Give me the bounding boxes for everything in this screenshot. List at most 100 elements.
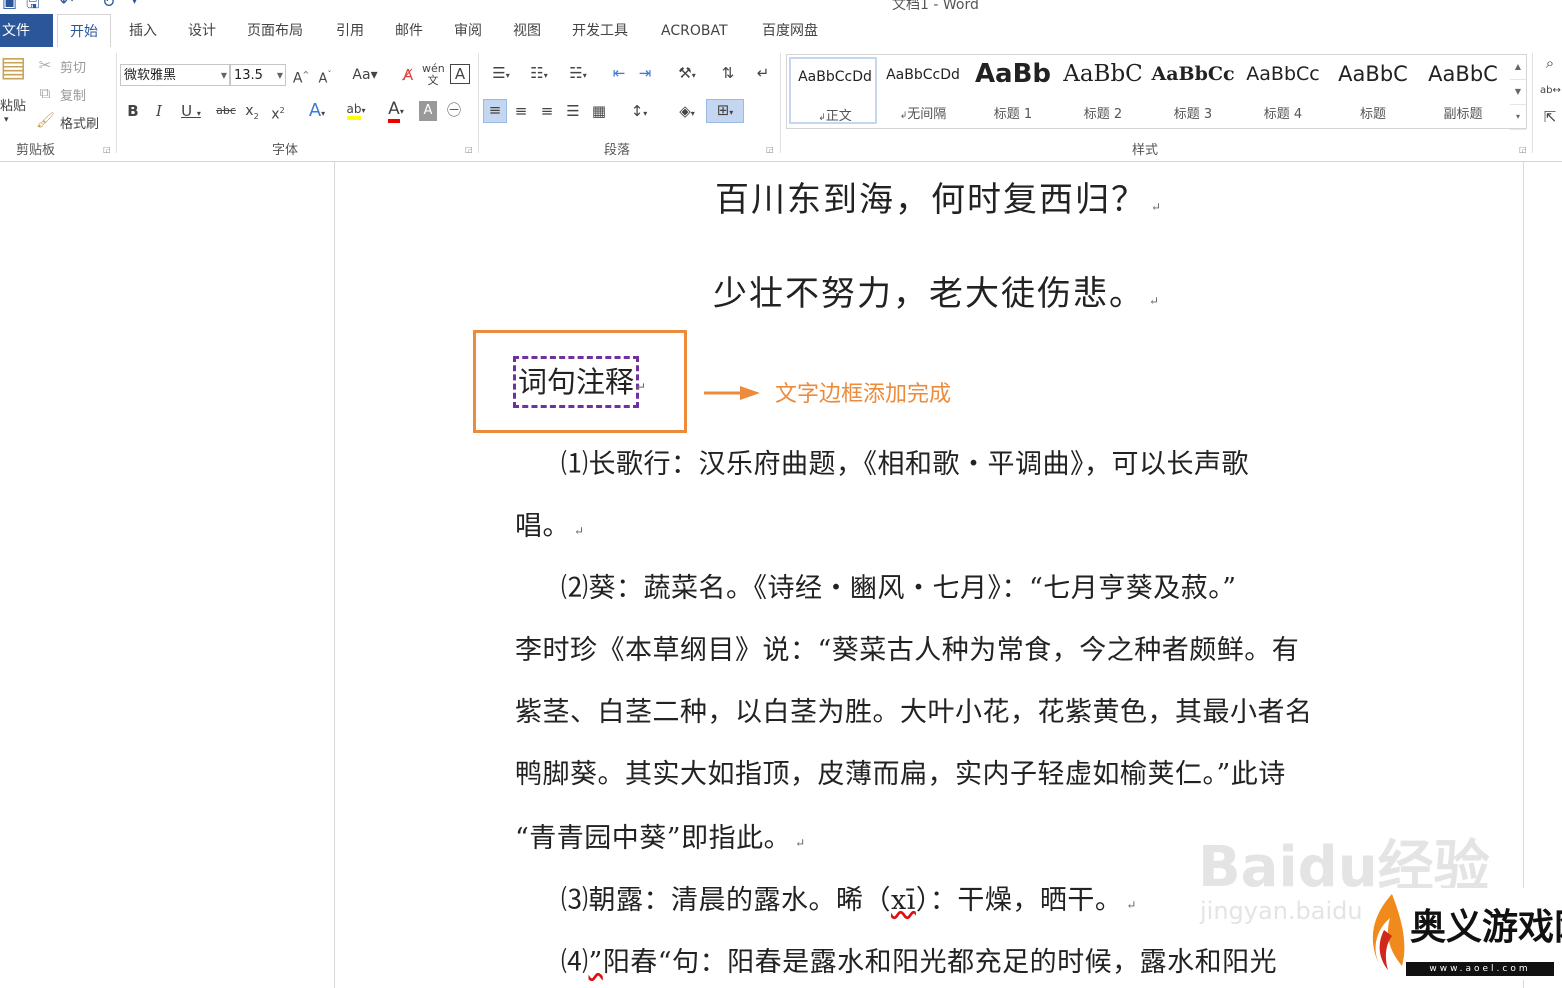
font-size-select[interactable]: 13.5 ▼ (230, 64, 286, 86)
tab-developer[interactable]: 开发工具 (572, 14, 628, 47)
style-sample: AaBb (974, 59, 1052, 89)
style-sample: AaBbCcDd (798, 69, 872, 85)
format-painter-button[interactable]: 格式刷 (60, 113, 99, 132)
group-separator (780, 53, 781, 153)
dialog-launcher-icon[interactable]: ◲ (766, 145, 774, 154)
copy-button[interactable]: 复制 (60, 85, 86, 104)
flame-logo-icon (1372, 894, 1405, 970)
subscript-icon[interactable]: x2 (242, 101, 262, 127)
style-title[interactable]: AaBbC 标题 (1329, 57, 1417, 124)
redo-icon[interactable]: ↻ (102, 0, 115, 11)
style-heading-1[interactable]: AaBb 标题 1 (969, 57, 1057, 124)
dialog-launcher-icon[interactable]: ◲ (465, 145, 473, 154)
select-icon[interactable]: ⇱ (1540, 107, 1560, 127)
more-styles-icon[interactable]: ▾ (1510, 105, 1526, 130)
dialog-launcher-icon[interactable]: ◲ (103, 145, 111, 154)
note-line: 紫茎、白茎二种，以白茎为胜。大叶小花，花紫黄色，其最小者名 (515, 697, 1313, 728)
tab-view[interactable]: 视图 (513, 14, 541, 47)
style-sample: AaBbCc (1246, 63, 1320, 85)
font-size-value: 13.5 (234, 68, 263, 83)
align-center-icon[interactable]: ≡ (510, 101, 532, 121)
strikethrough-icon[interactable]: abc (214, 101, 238, 121)
customize-qat-icon[interactable]: ▾ (132, 0, 137, 7)
chinese-layout-icon[interactable]: ⚒▾ (670, 63, 704, 86)
paste-button[interactable]: 粘贴 (0, 95, 26, 114)
phonetic-guide-icon[interactable]: wén 文 (422, 63, 445, 87)
save-icon[interactable]: ▣ (2, 0, 17, 11)
tab-layout[interactable]: 页面布局 (247, 14, 303, 47)
font-color-icon[interactable]: A▾ (378, 99, 414, 123)
tab-file[interactable]: 文件 (0, 14, 53, 47)
line-spacing-icon[interactable]: ↕▾ (622, 101, 656, 124)
borders-icon[interactable]: ⊞▾ (706, 99, 744, 123)
scroll-down-icon[interactable]: ▼ (1510, 80, 1526, 105)
highlight-color-icon[interactable]: ab▾ (338, 99, 374, 121)
paragraph-mark-icon: ↵ (795, 836, 806, 850)
underline-icon[interactable]: U ▾ (176, 101, 206, 124)
paragraph-mark-icon: ↵ (1151, 200, 1164, 214)
style-name: 标题 3 (1173, 107, 1213, 122)
paragraph-mark-icon: ↵ (1149, 294, 1162, 308)
clear-formatting-icon[interactable]: A̸ (398, 65, 418, 85)
tab-references[interactable]: 引用 (336, 14, 364, 47)
style-name: 标题 1 (993, 107, 1033, 122)
style-heading-3[interactable]: AaBbCc 标题 3 (1149, 57, 1237, 124)
page-edge (334, 162, 335, 988)
tab-acrobat[interactable]: ACROBAT (661, 14, 728, 47)
cut-button[interactable]: 剪切 (60, 57, 86, 76)
tab-mailings[interactable]: 邮件 (395, 14, 423, 47)
bold-icon[interactable]: B (124, 101, 142, 121)
tab-insert[interactable]: 插入 (129, 14, 157, 47)
bordered-heading[interactable]: 词句注释 (513, 356, 640, 408)
dialog-launcher-icon[interactable]: ◲ (1519, 145, 1527, 154)
tab-design[interactable]: 设计 (188, 14, 216, 47)
bullets-icon[interactable]: ☰▾ (484, 63, 518, 86)
style-sample: AaBbCc (1151, 63, 1235, 85)
shading-icon[interactable]: ◈▾ (670, 101, 704, 124)
style-subtitle[interactable]: AaBbC 副标题 (1419, 57, 1507, 124)
show-hide-marks-icon[interactable]: ↵ (752, 63, 774, 83)
note-line: 鸭脚葵。其实大如指顶，皮薄而扁，实内子轻虚如榆荚仁。”此诗 (515, 759, 1286, 790)
undo-icon[interactable]: ↶ (60, 0, 73, 11)
superscript-icon[interactable]: x2 (268, 101, 288, 125)
multilevel-list-icon[interactable]: ☵▾ (560, 63, 596, 86)
align-left-icon[interactable]: ≡ (483, 99, 507, 123)
poem-line: 少壮不努力，老大徒伤悲。 ↵ (713, 274, 1162, 314)
italic-icon[interactable]: I (150, 101, 168, 121)
paste-icon[interactable]: ▤ (0, 53, 26, 93)
replace-icon[interactable]: ab↔ (1540, 81, 1561, 101)
style-heading-2[interactable]: AaBbC 标题 2 (1059, 57, 1147, 124)
distributed-icon[interactable]: ▦ (588, 101, 610, 121)
font-name-select[interactable]: 微软雅黑 ▼ (120, 64, 230, 86)
note-line: ⑴长歌行：汉乐府曲题，《相和歌・平调曲》，可以长声歌 (561, 449, 1249, 480)
tab-home[interactable]: 开始 (57, 14, 111, 49)
character-shading-icon[interactable]: A (419, 101, 437, 121)
character-border-icon[interactable]: A (450, 64, 470, 84)
note-line: ⑷”阳春“句：阳春是露水和阳光都充足的时候，露水和阳光 (561, 947, 1278, 978)
style-heading-4[interactable]: AaBbCc 标题 4 (1239, 57, 1327, 124)
title-bar: ▣ 🖫 ↶ ↻ ▾ 文档1 - Word (0, 0, 1562, 14)
increase-indent-icon[interactable]: ⇥ (634, 63, 656, 83)
styles-gallery-scroll: ▲ ▼ ▾ (1510, 54, 1527, 130)
style-name: ↲正文 (818, 109, 852, 124)
note-line: ⑶朝露：清晨的露水。晞（xī）：干燥，晒干。 ↵ (561, 885, 1137, 916)
poem-line: 百川东到海，何时复西归？ ↵ (715, 180, 1164, 220)
change-case-icon[interactable]: Aa▾ (350, 65, 380, 85)
text-effects-icon[interactable]: A▾ (302, 101, 332, 124)
sort-icon[interactable]: ⇅ (716, 63, 740, 83)
justify-icon[interactable]: ☰ (562, 101, 584, 121)
enclose-characters-icon[interactable]: ㊀ (444, 101, 464, 121)
shrink-font-icon[interactable]: Aˇ (316, 65, 334, 89)
tab-review[interactable]: 审阅 (454, 14, 482, 47)
scroll-up-icon[interactable]: ▲ (1510, 55, 1526, 80)
numbering-icon[interactable]: ☷▾ (522, 63, 556, 86)
group-separator (478, 53, 479, 153)
decrease-indent-icon[interactable]: ⇤ (608, 63, 630, 83)
style-normal[interactable]: AaBbCcDd ↲正文 (789, 57, 877, 124)
paste-dropdown-icon[interactable]: ▾ (4, 115, 9, 125)
tab-baidu-netdisk[interactable]: 百度网盘 (762, 14, 818, 47)
find-icon[interactable]: ⌕ (1540, 53, 1560, 73)
align-right-icon[interactable]: ≡ (536, 101, 558, 121)
style-no-spacing[interactable]: AaBbCcDd ↲无间隔 (879, 57, 967, 124)
grow-font-icon[interactable]: A^ (292, 65, 310, 89)
